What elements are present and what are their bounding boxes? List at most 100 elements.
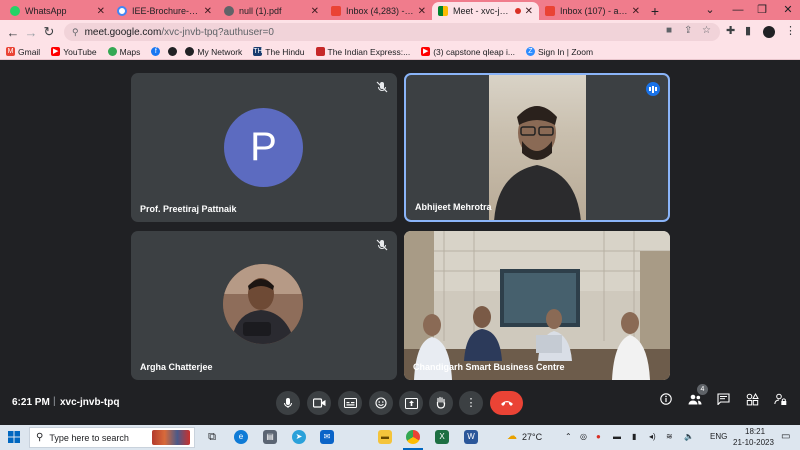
minimize-button[interactable]: —	[726, 0, 750, 20]
chat-button[interactable]	[714, 393, 732, 411]
notifications-icon[interactable]: ▭	[781, 431, 790, 442]
network-icon[interactable]: ◎	[580, 432, 587, 441]
language-indicator[interactable]: ENG	[710, 432, 727, 441]
speaker-icon[interactable]: 🔈	[684, 432, 694, 441]
close-tab-icon[interactable]: ✕	[204, 6, 212, 17]
tab-iee-brochure[interactable]: IEE-Brochure-12Page ✕	[111, 2, 218, 20]
info-icon	[660, 393, 672, 405]
tab-search-icon[interactable]: ⌄	[698, 0, 722, 20]
profile-avatar-icon[interactable]	[763, 26, 775, 38]
weather-temperature[interactable]: 27°C	[522, 432, 542, 442]
reactions-button[interactable]	[369, 391, 393, 415]
word-icon[interactable]: W	[464, 430, 478, 444]
captions-icon	[343, 398, 357, 408]
bookmark-maps[interactable]: Maps	[107, 47, 140, 57]
bookmark-zoom[interactable]: Z Sign In | Zoom	[525, 47, 593, 57]
bookmark-youtube[interactable]: ▶ YouTube	[51, 47, 97, 57]
tab-null-pdf[interactable]: null (1).pdf ✕	[218, 2, 325, 20]
present-screen-button[interactable]	[399, 391, 423, 415]
site-info-icon[interactable]: ⚲	[72, 27, 79, 38]
menu-icon[interactable]: ⋮	[785, 24, 796, 37]
bookmark-facebook[interactable]: f	[151, 47, 163, 56]
people-button[interactable]	[686, 393, 704, 411]
bookmark-star-icon[interactable]: ☆	[702, 25, 711, 36]
zoom-icon: Z	[525, 47, 535, 56]
person-silhouette-icon	[494, 106, 581, 220]
windows-start-button[interactable]	[8, 431, 20, 443]
participant-video	[489, 75, 586, 220]
camera-in-use-icon[interactable]: ■	[666, 25, 672, 36]
gmail-icon: M	[6, 47, 15, 56]
close-tab-icon[interactable]: ✕	[418, 6, 426, 17]
leave-call-button[interactable]	[490, 391, 523, 415]
participant-tile-abhijeet[interactable]: Abhijeet Mehrotra	[404, 73, 670, 222]
search-icon: ⚲	[36, 432, 44, 443]
new-tab-button[interactable]: +	[646, 2, 664, 20]
gmail-icon	[545, 6, 555, 16]
tab-inbox-quant[interactable]: Inbox (4,283) - quant ✕	[325, 2, 432, 20]
close-tab-icon[interactable]: ✕	[311, 6, 319, 17]
browser-toolbar: ← → ↻ ⚲ meet.google.com/xvc-jnvb-tpq?aut…	[0, 20, 800, 44]
url-host: meet.google.com	[84, 26, 162, 38]
file-explorer-icon[interactable]: ▬	[378, 430, 392, 444]
mail-icon[interactable]: ✉	[320, 430, 334, 444]
back-icon[interactable]: ←	[4, 25, 22, 40]
bookmark-capstone[interactable]: ▶ (3) capstone qleap i...	[421, 47, 515, 57]
address-bar[interactable]: ⚲ meet.google.com/xvc-jnvb-tpq?authuser=…	[64, 23, 720, 41]
github-icon	[168, 47, 178, 56]
side-panel-icon[interactable]: ▮	[745, 24, 751, 37]
telegram-icon[interactable]: ➤	[292, 430, 306, 444]
microphone-button[interactable]	[276, 391, 300, 415]
share-icon[interactable]: ⇪	[684, 25, 692, 36]
camera-tray-icon[interactable]: ▬	[613, 432, 621, 441]
bookmark-gmail[interactable]: M Gmail	[6, 47, 40, 57]
bookmark-indian-express[interactable]: The Indian Express:...	[315, 47, 410, 57]
show-hidden-icons[interactable]: ⌃	[565, 432, 572, 441]
bookmark-my-network[interactable]: My Network	[185, 47, 242, 57]
more-options-button[interactable]: ⋮	[459, 391, 483, 415]
forward-icon[interactable]: →	[22, 25, 40, 40]
microphone-tray-icon[interactable]: ▮	[632, 432, 636, 441]
participant-tile-argha[interactable]: Argha Chatterjee	[131, 231, 397, 380]
excel-icon[interactable]: X	[435, 430, 449, 444]
maximize-button[interactable]: ❐	[750, 0, 774, 20]
taskbar-date[interactable]: 21-10-2023	[733, 438, 774, 447]
url-text[interactable]: meet.google.com/xvc-jnvb-tpq?authuser=0	[85, 27, 274, 38]
task-view-icon[interactable]: ⧉	[205, 430, 219, 444]
store-icon[interactable]: ▤	[263, 430, 277, 444]
extensions-icon[interactable]: ✚	[726, 24, 735, 37]
captions-button[interactable]	[338, 391, 362, 415]
tab-meet[interactable]: Meet - xvc-jnvb- ✕	[432, 2, 539, 20]
close-tab-icon[interactable]: ✕	[525, 6, 533, 17]
tab-inbox-acqiasa[interactable]: Inbox (107) - acqiasa ✕	[539, 2, 646, 20]
edge-icon[interactable]: e	[234, 430, 248, 444]
lock-person-icon	[773, 393, 786, 405]
meeting-controls: 6:21 PM | xvc-jnvb-tpq ⋮ 4	[0, 380, 800, 425]
participant-tile-business-centre[interactable]: Chandigarh Smart Business Centre	[404, 231, 670, 380]
host-controls-button[interactable]	[771, 393, 789, 411]
more-vert-icon: ⋮	[465, 397, 477, 409]
reload-icon[interactable]: ↻	[40, 24, 58, 40]
camera-icon	[312, 398, 325, 408]
battery-saver-icon[interactable]: ●	[596, 432, 601, 441]
tab-whatsapp[interactable]: WhatsApp ✕	[4, 2, 111, 20]
wifi-icon[interactable]: ≋	[666, 432, 673, 441]
taskbar-time[interactable]: 18:21	[745, 427, 765, 436]
meeting-details-button[interactable]	[657, 393, 675, 411]
close-window-button[interactable]: ✕	[776, 0, 800, 20]
meeting-code[interactable]: xvc-jnvb-tpq	[60, 397, 119, 408]
raise-hand-button[interactable]	[429, 391, 453, 415]
bookmark-github[interactable]	[168, 47, 180, 56]
bookmark-the-hindu[interactable]: TH The Hindu	[253, 47, 305, 57]
taskbar-search-box[interactable]: ⚲ Type here to search	[29, 427, 195, 448]
close-tab-icon[interactable]: ✕	[632, 6, 640, 17]
participant-tile-preetiraj[interactable]: P Prof. Preetiraj Pattnaik	[131, 73, 397, 222]
activities-button[interactable]	[743, 392, 761, 411]
chrome-icon[interactable]	[406, 430, 420, 444]
weather-icon[interactable]: ☁	[507, 431, 517, 442]
bookmarks-bar: M Gmail ▶ YouTube Maps f My Network TH The …	[0, 44, 800, 60]
volume-icon[interactable]: ◂)	[649, 432, 656, 441]
close-tab-icon[interactable]: ✕	[97, 6, 105, 17]
hand-icon	[436, 396, 446, 409]
camera-button[interactable]	[307, 391, 331, 415]
